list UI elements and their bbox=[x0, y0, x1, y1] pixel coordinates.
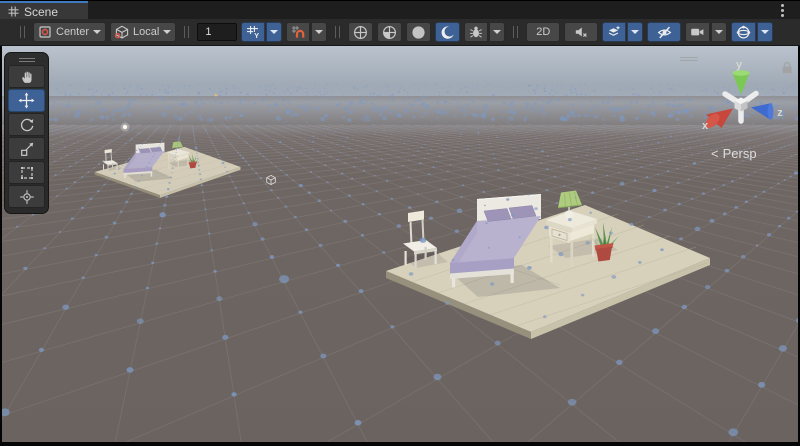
effects-toggle-button[interactable] bbox=[602, 22, 626, 42]
wireframe-sphere-icon bbox=[353, 25, 368, 40]
shading-wireframe-button[interactable] bbox=[348, 22, 373, 42]
moon-icon bbox=[440, 25, 455, 40]
axis-label-y: y bbox=[736, 59, 743, 71]
grid-axis-letter: Y bbox=[254, 31, 259, 39]
effects-icon bbox=[607, 25, 621, 39]
visibility-off-icon bbox=[657, 25, 672, 40]
axis-label-x: x bbox=[702, 120, 709, 132]
toolbar-drag-handle[interactable] bbox=[513, 26, 518, 38]
rotate-tool-icon bbox=[19, 117, 35, 133]
shaded-sphere-icon bbox=[411, 25, 426, 40]
chevron-down-icon bbox=[631, 30, 639, 34]
tab-label: Scene bbox=[24, 5, 58, 19]
light-gizmo-icon[interactable] bbox=[121, 123, 130, 132]
grid-visibility-button[interactable]: Y bbox=[241, 22, 265, 42]
toolbar-drag-handle[interactable] bbox=[335, 26, 340, 38]
debug-draw-dropdown[interactable] bbox=[489, 22, 505, 42]
audio-muted-icon bbox=[574, 25, 588, 39]
tool-rect[interactable] bbox=[8, 161, 45, 184]
scene-visibility-button[interactable] bbox=[647, 22, 681, 42]
pivot-mode-dropdown[interactable]: Center bbox=[33, 22, 106, 42]
tool-move[interactable] bbox=[8, 89, 45, 112]
snap-settings-button[interactable] bbox=[286, 22, 310, 42]
tab-bar: Scene bbox=[0, 0, 800, 20]
2d-mode-button[interactable]: 2D bbox=[526, 22, 560, 42]
chevron-down-icon bbox=[270, 30, 278, 34]
scene-toolbar: Center Local 1 Y bbox=[0, 19, 800, 46]
move-tool-icon bbox=[18, 92, 35, 109]
chevron-down-icon bbox=[315, 30, 323, 34]
tool-rotate[interactable] bbox=[8, 113, 45, 136]
tool-scale[interactable] bbox=[8, 137, 45, 160]
shaded-wireframe-sphere-icon bbox=[382, 25, 397, 40]
snap-settings-dropdown[interactable] bbox=[311, 22, 327, 42]
projection-mode-label[interactable]: <Persp bbox=[711, 146, 757, 161]
gizmos-dropdown[interactable] bbox=[757, 22, 773, 42]
camera-icon bbox=[690, 25, 705, 39]
gizmos-sphere-icon bbox=[736, 25, 751, 40]
scale-tool-icon bbox=[19, 141, 35, 157]
grid-visibility-dropdown[interactable] bbox=[266, 22, 282, 42]
scene-lighting-button[interactable] bbox=[435, 22, 460, 42]
orientation-mode-dropdown[interactable]: Local bbox=[110, 22, 176, 42]
gizmos-toggle-button[interactable] bbox=[731, 22, 756, 42]
grid-size-value: 1 bbox=[205, 26, 211, 38]
pivot-center-icon bbox=[38, 25, 52, 39]
2d-mode-label: 2D bbox=[536, 26, 550, 38]
tab-scene[interactable]: Scene bbox=[0, 1, 88, 20]
local-cube-icon bbox=[115, 25, 129, 39]
kebab-menu-icon[interactable] bbox=[781, 4, 784, 17]
bug-icon bbox=[469, 25, 483, 39]
chevron-down-icon bbox=[493, 30, 501, 34]
snap-magnet-icon bbox=[291, 25, 305, 39]
debug-draw-button[interactable] bbox=[464, 22, 488, 42]
palette-drag-handle[interactable] bbox=[8, 55, 45, 64]
toolbar-drag-handle[interactable] bbox=[184, 26, 189, 38]
chevron-down-icon bbox=[163, 30, 171, 34]
hand-tool-icon bbox=[19, 69, 35, 85]
chevron-down-icon bbox=[761, 30, 769, 34]
tools-overlay bbox=[4, 52, 49, 214]
grid-size-input[interactable]: 1 bbox=[197, 23, 237, 41]
audio-toggle-button[interactable] bbox=[564, 22, 598, 42]
scene-canvas: y x z <Persp bbox=[2, 46, 798, 442]
tool-view-hand[interactable] bbox=[8, 65, 45, 88]
pivot-mode-label: Center bbox=[56, 26, 89, 38]
scene-window: y x z <Persp Scene C bbox=[0, 0, 800, 446]
axis-label-z: z bbox=[777, 107, 783, 119]
toolbar-drag-handle[interactable] bbox=[20, 26, 25, 38]
camera-settings-button[interactable] bbox=[685, 22, 710, 42]
orientation-mode-label: Local bbox=[133, 26, 159, 38]
distant-light-dot bbox=[215, 94, 218, 97]
effects-dropdown[interactable] bbox=[627, 22, 643, 42]
shading-shaded-button[interactable] bbox=[406, 22, 431, 42]
grid-visibility-icon: Y bbox=[246, 25, 260, 39]
shading-shaded-wireframe-button[interactable] bbox=[377, 22, 402, 42]
scene-viewport[interactable]: y x z <Persp bbox=[2, 46, 798, 442]
transform-tool-icon bbox=[19, 189, 35, 205]
chevron-down-icon bbox=[93, 30, 101, 34]
tab-grid-icon bbox=[8, 6, 19, 17]
tool-transform[interactable] bbox=[8, 185, 45, 208]
camera-settings-dropdown[interactable] bbox=[711, 22, 727, 42]
chevron-down-icon bbox=[715, 30, 723, 34]
rect-tool-icon bbox=[19, 165, 35, 181]
